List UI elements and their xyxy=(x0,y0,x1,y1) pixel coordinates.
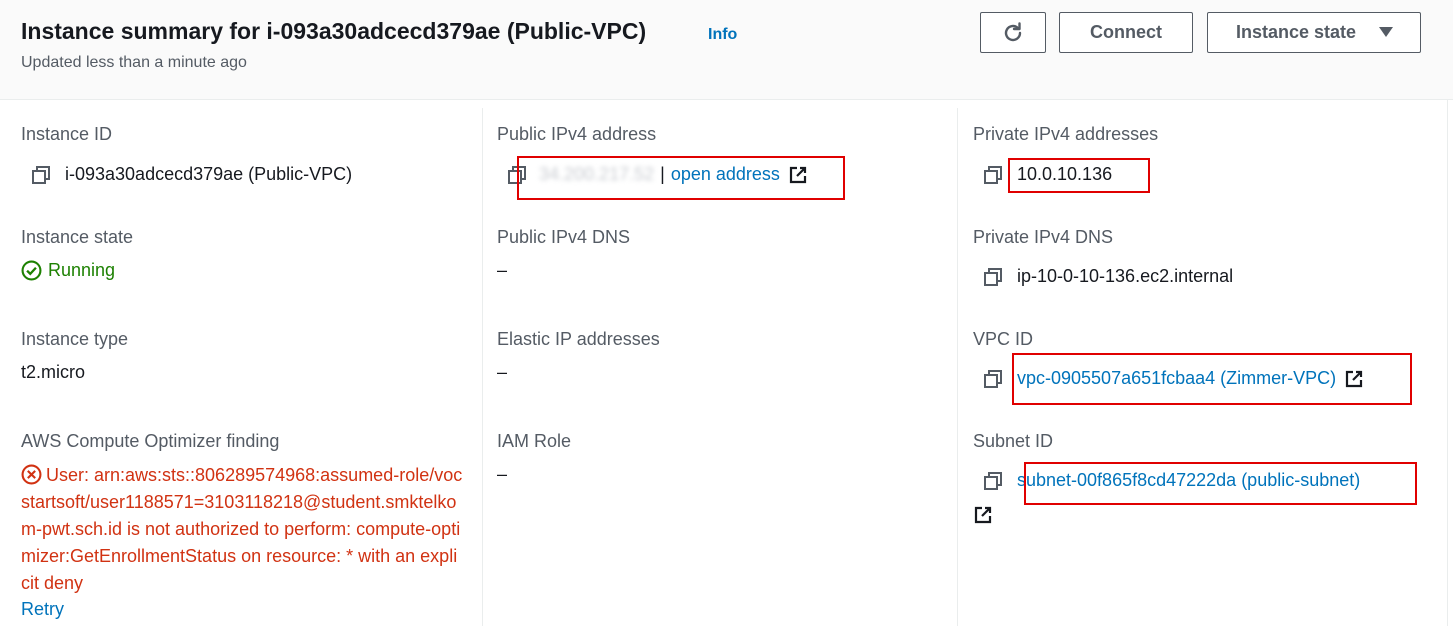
column-divider xyxy=(957,108,958,626)
copy-icon[interactable] xyxy=(983,165,1003,185)
private-dns-text: ip-10-0-10-136.ec2.internal xyxy=(1017,266,1234,286)
copy-icon[interactable] xyxy=(507,165,527,185)
retry-link[interactable]: Retry xyxy=(21,599,64,620)
instance-state-value: Running xyxy=(21,260,115,281)
external-link-icon[interactable] xyxy=(973,505,993,525)
instance-state-label: Instance state xyxy=(21,227,134,247)
public-ip-text: 34.200.217.52 xyxy=(539,164,655,184)
optimizer-finding-label: AWS Compute Optimizer finding xyxy=(21,431,280,451)
external-link-icon[interactable] xyxy=(788,165,808,185)
private-ipv4-label: Private IPv4 addresses xyxy=(973,124,1159,144)
error-circle-icon xyxy=(21,464,42,485)
subnet-id-label: Subnet ID xyxy=(973,431,1054,451)
connect-button[interactable]: Connect xyxy=(1059,12,1193,53)
instance-id-value: i-093a30adcecd379ae (Public-VPC) xyxy=(31,164,352,185)
private-ip-text: 10.0.10.136 xyxy=(1017,164,1113,184)
private-dns-value: ip-10-0-10-136.ec2.internal xyxy=(983,266,1233,287)
elastic-ip-label: Elastic IP addresses xyxy=(497,329,660,349)
info-link[interactable]: Info xyxy=(708,26,737,44)
instance-state-dropdown-label: Instance state xyxy=(1236,22,1357,42)
vpc-id-value: vpc-0905507a651fcbaa4 (Zimmer-VPC) xyxy=(983,368,1364,389)
public-dns-value: – xyxy=(497,260,508,280)
iam-role-label: IAM Role xyxy=(497,431,572,451)
instance-type-label: Instance type xyxy=(21,329,129,349)
copy-icon[interactable] xyxy=(983,471,1003,491)
copy-icon[interactable] xyxy=(31,165,51,185)
panel-border xyxy=(1447,100,1448,626)
open-address-link[interactable]: open address xyxy=(671,164,780,185)
public-dns-label: Public IPv4 DNS xyxy=(497,227,631,247)
page-header: Instance summary for i-093a30adcecd379ae… xyxy=(0,0,1453,100)
refresh-icon xyxy=(1004,21,1022,41)
subnet-id-link[interactable]: subnet-00f865f8cd47222da (public-subnet) xyxy=(1017,470,1360,491)
copy-icon[interactable] xyxy=(983,369,1003,389)
vpc-id-label: VPC ID xyxy=(973,329,1034,349)
public-ipv4-label: Public IPv4 address xyxy=(497,124,657,144)
optimizer-error-message: User: arn:aws:sts::806289574968:assumed-… xyxy=(21,462,466,597)
vpc-id-link[interactable]: vpc-0905507a651fcbaa4 (Zimmer-VPC) xyxy=(1017,368,1336,389)
instance-id-label: Instance ID xyxy=(21,124,113,144)
elastic-ip-value: – xyxy=(497,362,508,382)
optimizer-error-text: User: arn:aws:sts::806289574968:assumed-… xyxy=(21,465,463,593)
private-ipv4-value: 10.0.10.136 xyxy=(983,164,1112,185)
instance-id-text: i-093a30adcecd379ae (Public-VPC) xyxy=(65,164,353,184)
refresh-button[interactable] xyxy=(980,12,1046,53)
private-dns-label: Private IPv4 DNS xyxy=(973,227,1114,247)
public-ipv4-value: 34.200.217.52 | open address xyxy=(507,164,808,185)
check-circle-icon xyxy=(21,260,42,281)
copy-icon[interactable] xyxy=(983,267,1003,287)
page-title: Instance summary for i-093a30adcecd379ae… xyxy=(21,18,647,44)
updated-status: Updated less than a minute ago xyxy=(21,54,247,71)
instance-type-value: t2.micro xyxy=(21,362,86,382)
caret-down-icon xyxy=(1379,27,1393,37)
separator: | xyxy=(660,164,665,184)
instance-state-dropdown[interactable]: Instance state xyxy=(1207,12,1421,53)
iam-role-value: – xyxy=(497,464,508,484)
external-link-icon[interactable] xyxy=(1344,369,1364,389)
subnet-id-value: subnet-00f865f8cd47222da (public-subnet) xyxy=(983,470,1360,491)
running-status: Running xyxy=(48,260,116,280)
column-divider xyxy=(482,108,483,626)
